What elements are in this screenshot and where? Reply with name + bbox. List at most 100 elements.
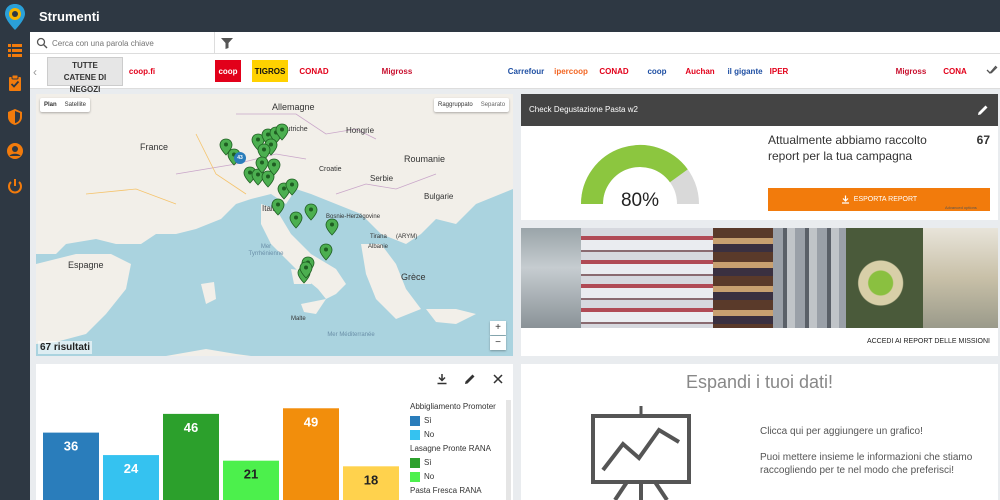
map-marker-icon[interactable]	[255, 156, 269, 174]
app-logo-icon[interactable]	[3, 3, 27, 31]
grouping-separate[interactable]: Separato	[477, 102, 509, 108]
edit-icon[interactable]	[977, 104, 989, 116]
bar-chart: 36 24 46 21 49 18	[43, 408, 399, 500]
legend-item[interactable]: No	[406, 470, 506, 484]
zoom-in-button[interactable]: +	[490, 321, 506, 335]
chain-logo[interactable]: CONA	[935, 58, 975, 85]
map-type-satellite[interactable]: Satellite	[61, 102, 90, 108]
legend-swatch	[410, 472, 420, 482]
add-chart-panel[interactable]: Espandi i tuoi dati! Clicca qui per aggi…	[521, 364, 998, 500]
all-chains-label-2: CATENE DI NEGOZI	[63, 73, 107, 94]
chain-logo[interactable]: Migross	[380, 58, 414, 85]
chain-logo[interactable]: CONAD	[595, 58, 633, 85]
mission-photo[interactable]	[923, 228, 998, 328]
search-input[interactable]	[52, 35, 212, 51]
chart-panel: 36 24 46 21 49 18 Abbigliamento Promoter Sì No L…	[36, 364, 513, 500]
label-tirana: Tirana	[370, 234, 387, 240]
map-marker-icon[interactable]	[319, 243, 333, 261]
chart-bar-label: 24	[124, 461, 139, 476]
mission-photo[interactable]	[773, 228, 846, 328]
label-mer-mediterranee: Mer Méditerranée	[327, 332, 375, 338]
label-hongrie: Hongrie	[346, 126, 375, 135]
legend-group-title: Pasta Fresca RANA	[410, 486, 482, 495]
user-icon[interactable]	[6, 142, 24, 160]
label-grece: Grèce	[401, 272, 426, 282]
chart-bar-label: 46	[184, 420, 198, 435]
check-all-icon[interactable]	[986, 64, 998, 76]
all-chains-button[interactable]: TUTTE CATENE DI NEGOZI	[47, 57, 123, 94]
map-marker-icon[interactable]	[304, 203, 318, 221]
legend-label: Sì	[424, 458, 432, 467]
download-icon	[841, 195, 849, 204]
map-cluster-badge[interactable]: 43	[234, 152, 246, 164]
close-icon[interactable]	[492, 373, 504, 385]
edit-icon[interactable]	[464, 373, 476, 385]
label-roumanie: Roumanie	[404, 154, 446, 164]
map-type-plan[interactable]: Plan	[40, 102, 61, 108]
legend-label: No	[424, 430, 435, 439]
chain-logo[interactable]: il gigante	[725, 58, 765, 85]
label-espagne: Espagne	[68, 260, 104, 270]
list-icon[interactable]	[6, 41, 24, 59]
legend-label: No	[424, 472, 435, 481]
legend-group-title: Lasagne Pronte RANA	[410, 444, 491, 453]
map-marker-icon[interactable]	[267, 158, 281, 176]
map-type-toggle: Plan Satellite	[40, 98, 91, 112]
chain-logo[interactable]: Migross	[895, 58, 927, 85]
label-malte: Malte	[291, 316, 306, 322]
legend-swatch	[410, 430, 420, 440]
chart-bar-label: 18	[364, 472, 378, 487]
chain-logo[interactable]: TIGROS	[252, 60, 288, 82]
label-serbie: Serbie	[370, 174, 394, 183]
legend-label: Sì	[424, 416, 432, 425]
shield-icon[interactable]	[6, 108, 24, 126]
results-count: 67 risultati	[38, 341, 93, 354]
legend-item[interactable]: Sì	[406, 456, 506, 470]
mission-photo[interactable]	[846, 228, 923, 328]
legend-scrollbar[interactable]	[506, 400, 511, 500]
search-icon	[36, 37, 48, 49]
completion-gauge: 80%	[581, 145, 699, 211]
campaign-check-panel: Check Degustazione Pasta w2 80% Attualme…	[521, 94, 998, 220]
download-icon[interactable]	[436, 373, 448, 385]
chain-logo[interactable]: CONAD	[292, 58, 336, 85]
legend-group-title: Abbigliamento Promoter	[410, 402, 496, 411]
missions-footer: ACCEDI AI REPORT DELLE MISSIONI	[521, 328, 998, 356]
power-icon[interactable]	[6, 177, 24, 195]
zoom-out-button[interactable]: −	[490, 336, 506, 350]
chain-logo[interactable]: Auchan	[680, 58, 720, 85]
report-text-1: Attualmente abbiamo raccolto	[768, 133, 927, 147]
map-marker-icon[interactable]	[289, 211, 303, 229]
map-marker-icon[interactable]	[271, 198, 285, 216]
chevron-left-icon[interactable]: ‹	[33, 65, 37, 79]
chain-logo[interactable]: coop	[640, 58, 674, 85]
map-marker-icon[interactable]	[285, 178, 299, 196]
add-chart-text-1: Clicca qui per aggiungere un grafico!	[760, 426, 923, 437]
app-title: Strumenti	[39, 9, 100, 24]
mission-photo[interactable]	[521, 228, 581, 328]
map-marker-icon[interactable]	[325, 218, 339, 236]
chain-logo[interactable]: Carrefour	[508, 58, 544, 85]
store-chain-strip: ‹ TUTTE CATENE DI NEGOZI coop.fi coop TIGR…	[30, 54, 1000, 94]
filter-icon[interactable]	[220, 36, 234, 50]
chain-logo[interactable]: ipercoop	[550, 58, 592, 85]
chain-logo[interactable]: IPER	[765, 58, 793, 85]
label-bulgarie: Bulgarie	[424, 192, 454, 201]
grouping-grouped[interactable]: Raggruppato	[434, 102, 477, 108]
chain-logo[interactable]: coop	[215, 60, 241, 82]
report-summary: Attualmente abbiamo raccolto 67 report pe…	[768, 132, 990, 164]
map-marker-icon[interactable]	[299, 261, 313, 279]
map-panel[interactable]: Plan Satellite Raggruppato Separato Fran…	[36, 94, 513, 356]
mission-photo-strip	[521, 228, 998, 328]
top-bar: Strumenti	[30, 0, 1000, 32]
legend-item[interactable]: No	[406, 428, 506, 442]
mission-photo[interactable]	[581, 228, 713, 328]
chart-bar-label: 49	[304, 414, 318, 429]
mission-photo[interactable]	[713, 228, 773, 328]
missions-report-link[interactable]: ACCEDI AI REPORT DELLE MISSIONI	[867, 338, 990, 345]
advanced-options-link[interactable]: Advanced options	[945, 205, 977, 210]
legend-item[interactable]: Sì	[406, 414, 506, 428]
campaign-title: Check Degustazione Pasta w2	[529, 105, 638, 114]
clipboard-check-icon[interactable]	[6, 74, 24, 92]
chain-logo[interactable]: coop.fi	[122, 58, 162, 85]
